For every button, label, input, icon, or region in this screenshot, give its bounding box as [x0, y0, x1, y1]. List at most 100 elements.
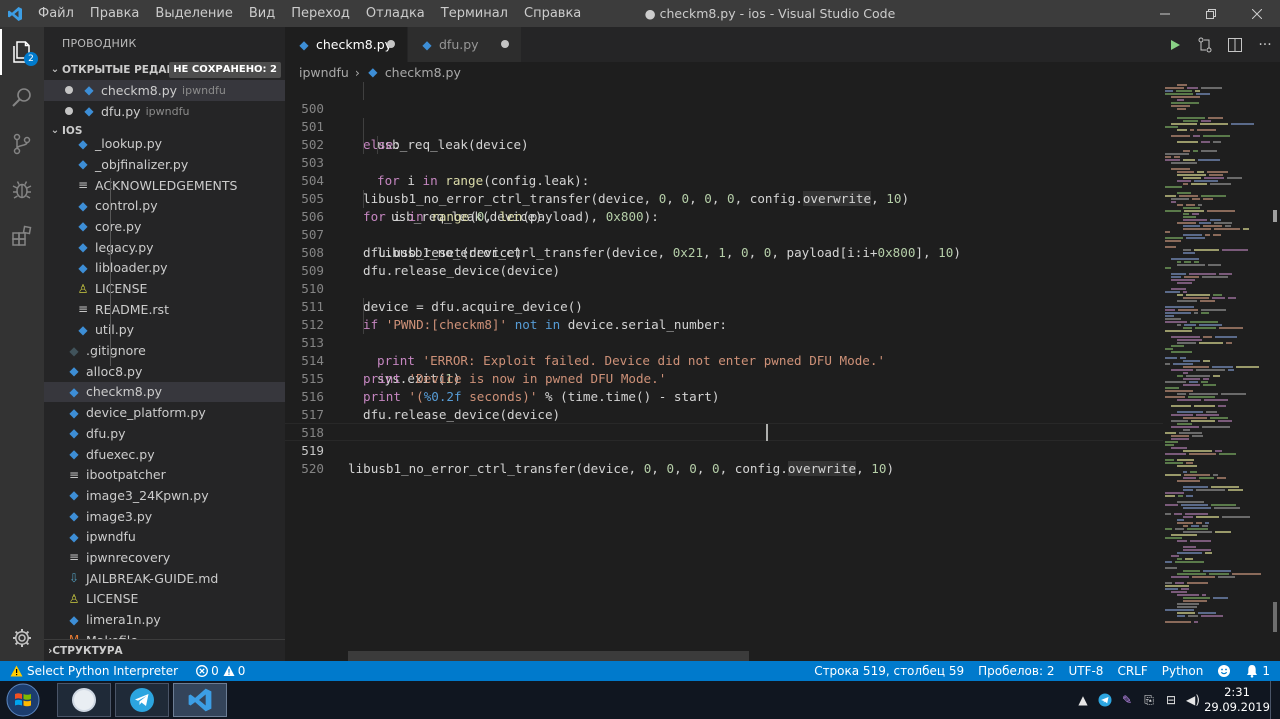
- unsaved-dot-icon[interactable]: [387, 40, 395, 48]
- debug-icon[interactable]: [0, 167, 44, 213]
- minimap-line: [1205, 552, 1212, 554]
- notifications-button[interactable]: 1: [1238, 661, 1280, 681]
- file-item[interactable]: ◆ control.py: [44, 195, 285, 216]
- split-editor-button[interactable]: [1220, 27, 1250, 62]
- menu-terminal[interactable]: Терминал: [433, 0, 516, 27]
- start-button[interactable]: [4, 682, 42, 718]
- file-item[interactable]: ≡ ibootpatcher: [44, 464, 285, 485]
- file-item[interactable]: ≡ ACKNOWLEDGEMENTS: [44, 175, 285, 196]
- scrollbar-thumb[interactable]: [1273, 210, 1277, 222]
- code-line: 505 for i in range(0, len(payload), 0x80…: [285, 172, 1163, 224]
- file-item[interactable]: ≡ README.rst: [44, 299, 285, 320]
- clock[interactable]: 2:31 29.09.2019: [1204, 685, 1270, 715]
- file-item[interactable]: ◆ core.py: [44, 216, 285, 237]
- menu-view[interactable]: Вид: [241, 0, 283, 27]
- open-editor-checkm8[interactable]: ◆ checkm8.py ipwndfu: [44, 80, 285, 101]
- open-editors-header[interactable]: ⌄ ОТКРЫТЫЕ РЕДАК... НЕ СОХРАНЕНО: 2: [44, 60, 285, 80]
- open-editor-dfu[interactable]: ◆ dfu.py ipwndfu: [44, 101, 285, 122]
- telegram-icon: [130, 688, 154, 712]
- file-item[interactable]: ⇩ JAILBREAK-GUIDE.md: [44, 568, 285, 589]
- minimap[interactable]: [1163, 82, 1270, 661]
- cursor-position[interactable]: Строка 519, столбец 59: [807, 661, 971, 681]
- tray-volume-icon[interactable]: ◀): [1182, 681, 1204, 719]
- show-desktop-button[interactable]: [1270, 681, 1280, 719]
- file-item[interactable]: ◆ legacy.py: [44, 237, 285, 258]
- file-item[interactable]: ◆ image3.py: [44, 506, 285, 527]
- select-interpreter-button[interactable]: Select Python Interpreter: [0, 661, 185, 681]
- tray-feather-icon[interactable]: ✎: [1116, 681, 1138, 719]
- file-item[interactable]: ♙ LICENSE: [44, 589, 285, 610]
- breadcrumb-file[interactable]: checkm8.py: [385, 65, 461, 80]
- file-item[interactable]: ◆ image3_24Kpwn.py: [44, 485, 285, 506]
- show-hidden-icons-button[interactable]: ▲: [1072, 681, 1094, 719]
- minimap-line: [1165, 240, 1181, 242]
- menu-debug[interactable]: Отладка: [358, 0, 433, 27]
- tray-safely-remove-icon[interactable]: ⎘: [1138, 681, 1160, 719]
- file-item[interactable]: ◆ device_platform.py: [44, 402, 285, 423]
- file-item[interactable]: ◆ ipwndfu: [44, 526, 285, 547]
- menu-edit[interactable]: Правка: [82, 0, 147, 27]
- file-item[interactable]: ◆ util.py: [44, 320, 285, 341]
- encoding[interactable]: UTF-8: [1061, 661, 1110, 681]
- feedback-button[interactable]: [1210, 661, 1238, 681]
- menu-file[interactable]: Файл: [30, 0, 82, 27]
- minimap-line: [1183, 219, 1207, 221]
- taskbar-telegram[interactable]: [115, 683, 169, 717]
- menu-bar: Файл Правка Выделение Вид Переход Отладк…: [30, 0, 589, 27]
- indentation[interactable]: Пробелов: 2: [971, 661, 1061, 681]
- language-mode[interactable]: Python: [1155, 661, 1211, 681]
- file-item[interactable]: ◆ .gitignore: [44, 340, 285, 361]
- more-actions-button[interactable]: ···: [1250, 27, 1280, 62]
- file-item[interactable]: ◆ libloader.py: [44, 258, 285, 279]
- unsaved-dot-icon[interactable]: [501, 40, 509, 48]
- minimap-line: [1184, 261, 1191, 263]
- settings-gear-icon[interactable]: [0, 615, 44, 661]
- file-item[interactable]: ◆ dfu.py: [44, 423, 285, 444]
- restore-button[interactable]: [1188, 0, 1234, 27]
- close-button[interactable]: [1234, 0, 1280, 27]
- breadcrumb-folder[interactable]: ipwndfu: [299, 65, 349, 80]
- code-editor[interactable]: 500 usb_req_leak(device) 501 else: 502 f…: [285, 82, 1163, 661]
- clock-date: 29.09.2019: [1204, 700, 1270, 714]
- file-item[interactable]: ◆ dfuexec.py: [44, 444, 285, 465]
- taskbar-media-player[interactable]: [57, 683, 111, 717]
- outline-header[interactable]: › СТРУКТУРА: [44, 639, 285, 661]
- file-item-active[interactable]: ◆ checkm8.py: [44, 381, 285, 403]
- file-item[interactable]: ≡ ipwnrecovery: [44, 547, 285, 568]
- minimap-line: [1165, 387, 1179, 389]
- horizontal-scrollbar[interactable]: [348, 651, 749, 661]
- network-icon: ⊟: [1165, 693, 1177, 707]
- file-name: ACKNOWLEDGEMENTS: [95, 177, 238, 193]
- tray-telegram-icon[interactable]: [1094, 681, 1116, 719]
- minimap-line: [1177, 261, 1181, 263]
- problems-button[interactable]: 0 0: [189, 661, 252, 681]
- menu-go[interactable]: Переход: [283, 0, 358, 27]
- minimize-button[interactable]: [1142, 0, 1188, 27]
- file-name: .gitignore: [86, 343, 146, 359]
- menu-selection[interactable]: Выделение: [147, 0, 240, 27]
- source-control-icon[interactable]: [0, 121, 44, 167]
- taskbar-vscode[interactable]: [173, 683, 227, 717]
- search-icon[interactable]: [0, 75, 44, 121]
- file-item[interactable]: ◆ _objfinalizer.py: [44, 154, 285, 175]
- file-item[interactable]: ◆ _lookup.py: [44, 133, 285, 154]
- clock-time: 2:31: [1224, 685, 1250, 699]
- minimap-line: [1171, 288, 1186, 290]
- file-item[interactable]: ◆ limera1n.py: [44, 609, 285, 630]
- file-item[interactable]: ♙ LICENSE: [44, 278, 285, 299]
- file-item[interactable]: ◆ alloc8.py: [44, 361, 285, 382]
- extensions-icon[interactable]: [0, 213, 44, 259]
- minimap-line: [1183, 471, 1187, 473]
- compare-changes-button[interactable]: [1190, 27, 1220, 62]
- explorer-icon[interactable]: 2: [0, 29, 44, 75]
- line-ending[interactable]: CRLF: [1110, 661, 1154, 681]
- minimap-line: [1183, 429, 1190, 431]
- minimap-line: [1210, 219, 1221, 221]
- run-button[interactable]: [1160, 27, 1190, 62]
- vertical-scrollbar[interactable]: [1270, 82, 1280, 661]
- tab-dfu[interactable]: ◆ dfu.py: [408, 27, 521, 62]
- tab-checkm8[interactable]: ◆ checkm8.py: [285, 27, 407, 62]
- minimap-line: [1186, 237, 1205, 239]
- minimap-line: [1171, 102, 1199, 104]
- tray-network-icon[interactable]: ⊟: [1160, 681, 1182, 719]
